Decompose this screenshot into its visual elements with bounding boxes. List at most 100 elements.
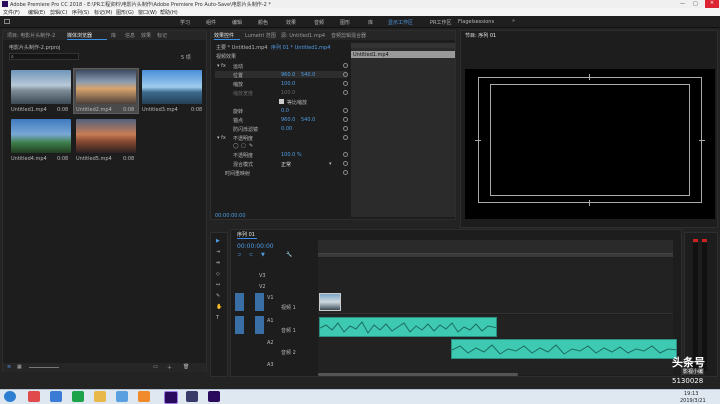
taskbar-app-2-icon[interactable] [50,391,62,402]
workspace-editing[interactable]: 编辑 [232,19,242,26]
tab-effect-controls[interactable]: 效果控件 [214,32,234,39]
workspace-color[interactable]: 颜色 [258,19,268,26]
track-target-v1[interactable] [255,293,264,311]
timeline-scrollbar[interactable] [318,373,518,376]
workspace-custom[interactable]: 显示工作区 [388,19,413,26]
taskbar-app-8-icon[interactable] [186,391,198,402]
track-target-a1[interactable] [255,316,264,334]
reset-icon-motion[interactable] [343,63,348,68]
icon-view-icon[interactable]: ▦ [17,364,22,370]
trash-icon[interactable]: 🗑 [183,364,189,370]
position-x-value[interactable]: 960.0 [281,72,295,78]
work-area-bar[interactable] [318,254,673,257]
type-tool-icon[interactable]: T [216,315,219,321]
menu-file[interactable]: 文件(F) [3,9,20,16]
source-patch-a1[interactable] [235,316,244,334]
clip-thumbnail-4[interactable] [11,119,71,153]
reset-icon-scale[interactable] [343,81,348,86]
program-monitor-title[interactable]: 节目: 序列 01 [465,32,496,39]
workspace-extra[interactable]: Flagelsessions [458,19,494,25]
track-v2-header[interactable]: V2 [233,282,317,292]
workspace-learn[interactable]: 学习 [180,19,190,26]
workspace-graphics[interactable]: 图形 [340,19,350,26]
taskbar-app-1-icon[interactable] [28,391,40,402]
workspace-audio[interactable]: 音频 [314,19,324,26]
start-button[interactable] [4,391,16,402]
tab-source[interactable]: 源: Untitled1.mp4 [281,32,325,39]
track-a2-header[interactable]: A2 音频 2 [233,338,317,358]
tab-effects[interactable]: 效果 [141,32,151,39]
tab-audio-mixer[interactable]: 音频剪辑混合器 [331,32,366,39]
track-a3-header[interactable]: A3 [233,360,317,374]
clip-thumbnail-2[interactable] [76,70,136,104]
taskbar-app-6-icon[interactable] [138,391,150,402]
clip-indicator-left[interactable] [693,239,698,242]
taskbar-folder-icon[interactable] [94,391,106,402]
minimize-button[interactable]: — [680,1,685,7]
tab-info[interactable]: 信息 [125,32,135,39]
reset-icon-time-remap[interactable] [343,170,348,175]
position-y-value[interactable]: 540.0 [301,72,315,78]
clip-thumbnail-5[interactable] [76,119,136,153]
menu-graphics[interactable]: 图形(G) [116,9,134,16]
timeline-ruler[interactable] [318,240,673,254]
menu-sequence[interactable]: 序列(S) [72,9,89,16]
workspace-pr[interactable]: PR工作区 [430,19,452,26]
timeline-timecode[interactable]: 00:00:00:00 [237,243,274,250]
tab-markers[interactable]: 标记 [157,32,167,39]
reset-icon-blend[interactable] [343,161,348,166]
tab-media-browser[interactable]: 媒体浏览器 [67,32,92,39]
home-icon[interactable] [4,19,10,24]
snap-icon[interactable]: ⊃ [237,252,241,258]
close-button[interactable]: × [705,0,719,8]
track-select-tool-icon[interactable]: ⇥ [216,249,220,255]
blend-mode-select[interactable]: 正常 [281,161,291,168]
new-bin-icon[interactable]: ▭ [153,364,158,370]
linked-selection-icon[interactable]: ⊂ [249,252,253,258]
source-patch-v1[interactable] [235,293,244,311]
scale-value[interactable]: 100.0 [281,81,295,87]
menu-window[interactable]: 窗口(W) [138,9,157,16]
reset-icon-flicker[interactable] [343,126,348,131]
scale-width-value[interactable]: 100.0 [281,90,295,96]
mask-pen-icon[interactable]: ✎ [249,143,253,149]
workspace-effects[interactable]: 效果 [286,19,296,26]
reset-icon-position[interactable] [343,72,348,77]
taskbar-clock[interactable]: 19:13 [684,391,698,397]
reset-icon-scale-width[interactable] [343,90,348,95]
sequence-clip-label[interactable]: 序列 01 * Untitled1.mp4 [271,44,330,51]
taskbar-app-9-icon[interactable] [208,391,220,402]
slip-tool-icon[interactable]: ↔ [216,282,220,288]
tab-libraries[interactable]: 库 [111,32,116,39]
mask-rect-icon[interactable]: ▢ [241,143,246,149]
rotation-value[interactable]: 0.0 [281,108,289,114]
track-a1-header[interactable]: A1 音频 1 [233,316,317,336]
project-search-input[interactable]: ⌕ [9,53,79,60]
blend-mode-chevron-icon[interactable]: ▾ [329,161,332,167]
menu-marker[interactable]: 标记(M) [94,9,112,16]
opacity-value[interactable]: 100.0 % [281,152,302,158]
opacity-disclosure[interactable]: ▾ fx [217,135,226,141]
mini-clip-bar[interactable]: Untitled1.mp4 [351,51,455,58]
program-viewer[interactable] [465,69,715,219]
new-item-icon[interactable]: ＋ [167,364,172,371]
clip-indicator-right[interactable] [702,239,707,242]
workspace-more-icon[interactable]: » [512,18,515,24]
timeline-tab[interactable]: 序列 01 [237,231,255,238]
reset-icon-opacity[interactable] [343,135,348,140]
reset-icon-rotation[interactable] [343,108,348,113]
flicker-value[interactable]: 0.00 [281,126,292,132]
add-marker-icon[interactable]: ▼ [261,252,265,258]
effect-timecode[interactable]: 00:00:00:00 [215,213,246,219]
mask-ellipse-icon[interactable]: ◯ [233,143,239,149]
clip-thumbnail-1[interactable] [11,70,71,104]
workspace-assembly[interactable]: 组件 [206,19,216,26]
razor-tool-icon[interactable]: ◇ [216,271,220,277]
list-view-icon[interactable]: ≡ [7,364,11,370]
tab-lumetri-scopes[interactable]: Lumetri 范围 [245,32,276,39]
menu-edit[interactable]: 编辑(E) [28,9,45,16]
taskbar-app-5-icon[interactable] [116,391,128,402]
taskbar-date[interactable]: 2019/3/21 [680,398,706,404]
pen-tool-icon[interactable]: ✎ [216,293,220,299]
taskbar-app-3-icon[interactable] [72,391,84,402]
